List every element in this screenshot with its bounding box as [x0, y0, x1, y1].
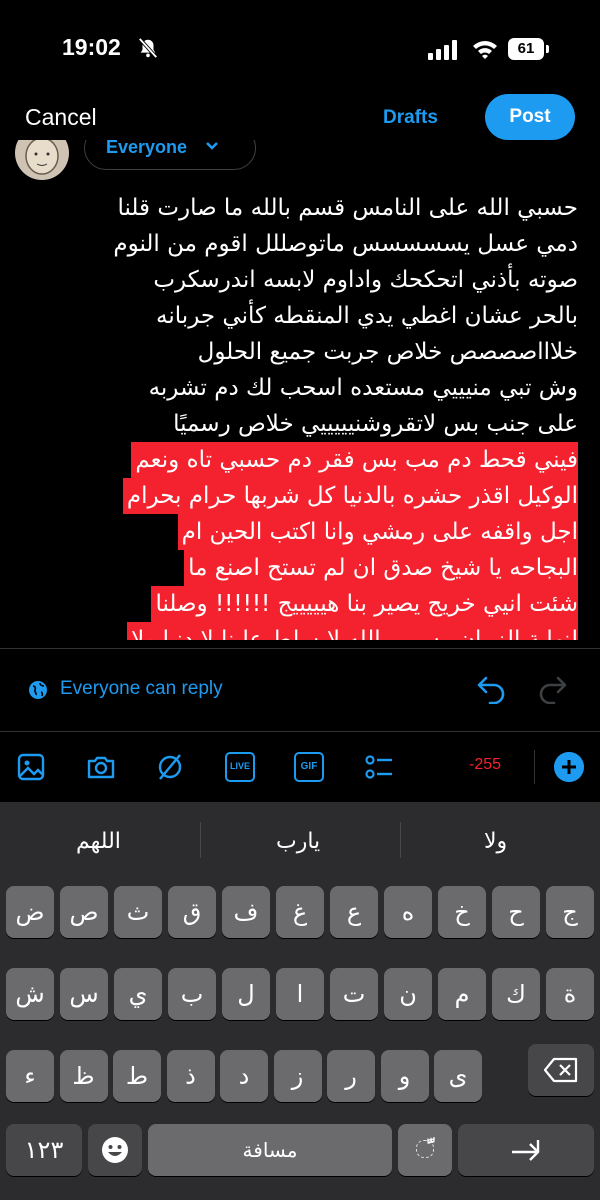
suggestion-divider — [200, 822, 201, 858]
add-thread-button[interactable] — [554, 752, 584, 782]
key-row2-9[interactable]: ك — [492, 968, 540, 1020]
battery-indicator: 61 — [508, 38, 544, 60]
key-row1-3[interactable]: ق — [168, 886, 216, 938]
highlighted-text-line: لنهاية الزمان رسمي الله لايسلط علينا لا … — [127, 622, 578, 640]
delete-key[interactable] — [528, 1044, 594, 1096]
key-row3-4[interactable]: د — [220, 1050, 268, 1102]
wifi-icon — [473, 41, 497, 59]
key-row2-1[interactable]: س — [60, 968, 108, 1020]
key-row2-0[interactable]: ش — [6, 968, 54, 1020]
battery-tip — [546, 45, 549, 53]
key-row2-4[interactable]: ل — [222, 968, 270, 1020]
globe-icon — [29, 681, 47, 699]
key-row1-7[interactable]: ه — [384, 886, 432, 938]
key-row3-3[interactable]: ذ — [166, 1050, 215, 1102]
text-line: صوته بأذني اتحكحك واداوم لابسه اندرسكرب — [153, 267, 578, 293]
key-row3-6[interactable]: ر — [327, 1050, 375, 1102]
suggestion-divider — [400, 822, 401, 858]
camera-icon[interactable] — [86, 752, 116, 782]
emoji-icon — [102, 1137, 128, 1163]
key-row1-5[interactable]: غ — [276, 886, 324, 938]
emoji-key[interactable] — [88, 1124, 142, 1176]
poll-icon[interactable] — [364, 752, 394, 782]
key-row1-2[interactable]: ث — [114, 886, 162, 938]
key-row2-6[interactable]: ت — [330, 968, 378, 1020]
key-row1-9[interactable]: ح — [492, 886, 540, 938]
suggestion-2[interactable]: يارب — [276, 829, 320, 854]
text-line: على جنب بس لاتقروشنيييييي خلاص رسميًا — [173, 411, 578, 437]
tweet-composer-textarea[interactable]: حسبي الله على النامس قسم بالله ما صارت ق… — [62, 186, 578, 640]
key-row2-7[interactable]: ن — [384, 968, 432, 1020]
reply-setting-label[interactable]: Everyone can reply — [60, 678, 223, 700]
key-row3-5[interactable]: ز — [273, 1050, 322, 1102]
highlighted-text-line: البجاحه يا شيخ صدق ان لم تستح اصنع ما — [184, 550, 578, 586]
text-line: بالحر عشان اغطي يدي المنقطه كأني جربانه — [156, 303, 578, 329]
cancel-button[interactable]: Cancel — [25, 104, 97, 131]
key-row3-1[interactable]: ظ — [59, 1050, 108, 1102]
key-row1-0[interactable]: ض — [6, 886, 54, 938]
no-camera-icon[interactable] — [155, 752, 185, 782]
return-icon — [512, 1140, 540, 1161]
key-row1-8[interactable]: خ — [438, 886, 486, 938]
drafts-button[interactable]: Drafts — [383, 107, 438, 129]
key-row3-7[interactable]: و — [380, 1050, 429, 1102]
chevron-down-icon — [206, 142, 218, 150]
status-time: 19:02 — [62, 34, 121, 60]
key-row2-10[interactable]: ة — [546, 968, 594, 1020]
highlighted-text-line: شئت انيي خريج يصير بنا هيييييج !!!!!! وص… — [151, 586, 578, 622]
live-icon[interactable]: LIVE — [225, 752, 255, 782]
key-row2-8[interactable]: م — [438, 968, 486, 1020]
highlighted-text-line: اجل واقفه على رمشي وانا اكتب الحين ام — [177, 514, 578, 550]
backspace-icon — [543, 1057, 578, 1083]
highlighted-text-line: الوكيل اقذر حشره بالدنيا كل شربها حرام ب… — [122, 478, 578, 514]
highlighted-text-line: فيني قحط دم مب بس فقر دم حسبي تاه ونعم — [131, 442, 578, 478]
audience-label: Everyone — [106, 137, 188, 157]
undo-icon[interactable] — [476, 674, 508, 704]
bell-off-icon — [138, 37, 158, 59]
key-row2-2[interactable]: ي — [114, 968, 162, 1020]
key-row1-4[interactable]: ف — [222, 886, 270, 938]
key-row3-8[interactable]: ى — [434, 1050, 482, 1102]
cellular-signal-icon — [428, 40, 457, 60]
character-counter: -255 — [469, 756, 502, 773]
suggestion-3[interactable]: ولا — [484, 829, 507, 854]
numbers-key[interactable]: ١٢٣ — [6, 1124, 82, 1176]
text-line: دمي عسل يسسسسس ماتوصللل اقوم من النوم — [113, 231, 578, 257]
text-line: حسبي الله على النامس قسم بالله ما صارت ق… — [117, 195, 578, 221]
key-row1-6[interactable]: ع — [330, 886, 378, 938]
key-row3-0[interactable]: ء — [6, 1050, 54, 1102]
return-key[interactable] — [458, 1124, 594, 1176]
image-icon[interactable] — [16, 752, 46, 782]
text-line: خلاااصصصص خلاص جربت جميع الحلول — [197, 339, 578, 365]
post-button[interactable]: Post — [485, 94, 575, 140]
redo-icon[interactable] — [536, 674, 568, 704]
key-row1-1[interactable]: ص — [60, 886, 108, 938]
key-row3-2[interactable]: ط — [113, 1050, 161, 1102]
dotted-circle-icon — [416, 1140, 434, 1158]
key-row2-5[interactable]: ا — [276, 968, 324, 1020]
key-row1-10[interactable]: ج — [546, 886, 594, 938]
text-line: وش تبي منيييي مستعده اسحب لك دم تشربه — [148, 375, 578, 401]
diacritic-key[interactable]: ًّ — [398, 1124, 452, 1176]
suggestion-1[interactable]: اللهم — [76, 829, 121, 854]
toolbar-divider — [534, 750, 535, 784]
key-row2-3[interactable]: ب — [168, 968, 216, 1020]
gif-icon[interactable]: GIF — [294, 752, 324, 782]
space-key[interactable]: مسافة — [148, 1124, 392, 1176]
